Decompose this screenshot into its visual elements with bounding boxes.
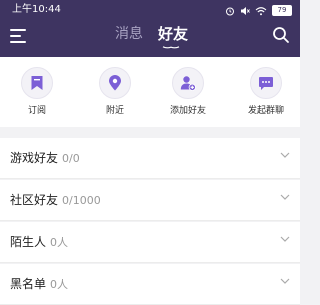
group-count: 0人 (50, 236, 69, 249)
nearby-label: 附近 (105, 106, 124, 116)
alarm-icon (226, 7, 234, 15)
search-icon[interactable] (272, 26, 290, 44)
mute-icon (241, 6, 250, 15)
chevron-down-icon (280, 278, 290, 284)
chevron-down-icon (280, 194, 290, 200)
chevron-down-icon (280, 236, 290, 242)
group-community-friends[interactable]: 社区好友 0/1000 (0, 180, 300, 221)
add-friend-label: 添加好友 (169, 106, 206, 116)
quick-actions: 订阅 附近 添加好友 发起群聊 (0, 57, 300, 127)
group-name: 游戏好友 (10, 151, 59, 165)
group-name: 黑名单 (10, 277, 47, 291)
tab-messages[interactable]: 消息 (115, 24, 143, 44)
group-game-friends[interactable]: 游戏好友 0/0 (0, 138, 300, 179)
status-bar: 上午10:44 79 (0, 0, 300, 20)
group-name: 陌生人 (10, 235, 47, 249)
group-chat-button[interactable]: 发起群聊 (238, 67, 294, 117)
add-user-icon (180, 76, 196, 91)
tab-friends[interactable]: 好友 (158, 24, 188, 44)
chevron-down-icon (280, 152, 290, 158)
group-blacklist[interactable]: 黑名单 0人 (0, 264, 300, 305)
add-friend-button[interactable]: 添加好友 (160, 67, 216, 117)
location-pin-icon (109, 75, 121, 91)
chat-bubble-icon (259, 76, 273, 90)
group-name: 社区好友 (10, 193, 59, 207)
app-header: 上午10:44 79 消息 好友 (0, 0, 300, 57)
top-nav: 消息 好友 (0, 20, 300, 57)
status-time: 上午10:44 (12, 4, 61, 15)
subscribe-button[interactable]: 订阅 (9, 67, 65, 117)
nearby-button[interactable]: 附近 (87, 67, 143, 117)
group-chat-label: 发起群聊 (247, 106, 284, 116)
battery-icon: 79 (272, 5, 292, 16)
wifi-icon (255, 6, 267, 15)
active-tab-indicator (162, 46, 180, 49)
subscribe-label: 订阅 (27, 106, 46, 116)
status-icons: 79 (225, 5, 292, 16)
menu-icon[interactable] (10, 28, 28, 44)
group-count: 0人 (50, 278, 69, 291)
bookmark-icon (31, 76, 43, 90)
group-count: 0/0 (62, 152, 80, 165)
group-strangers[interactable]: 陌生人 0人 (0, 222, 300, 263)
group-count: 0/1000 (62, 194, 101, 207)
